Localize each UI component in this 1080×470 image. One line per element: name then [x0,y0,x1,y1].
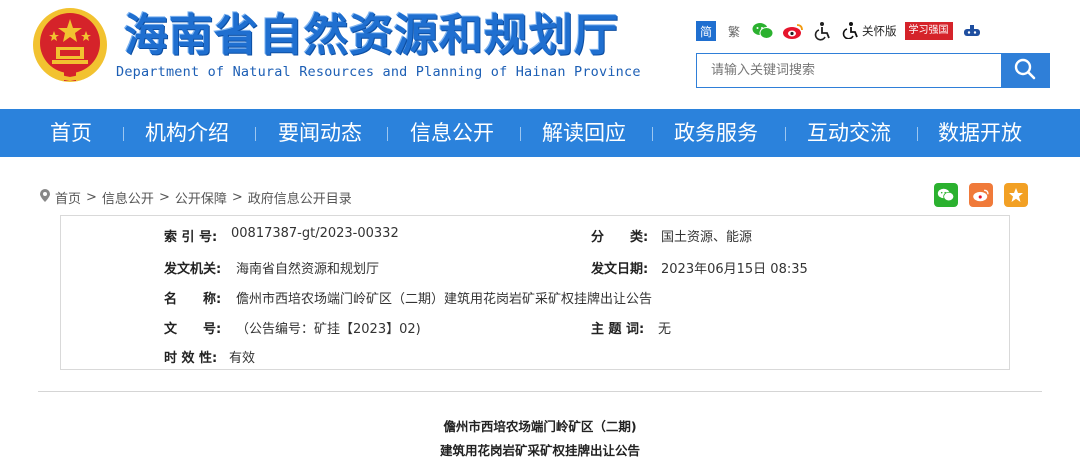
care-mode-icon [842,21,860,42]
nav-interaction[interactable]: 互动交流 [807,109,891,157]
name-value: 儋州市西培农场端门岭矿区（二期）建筑用花岗岩矿采矿权挂牌出让公告 [236,292,653,307]
search-box [696,53,1050,88]
wechat-icon[interactable] [752,21,774,41]
keywords-label: 主 题 词: [591,322,645,337]
content-divider [38,391,1042,392]
traditional-chinese-button[interactable]: 繁 [724,23,744,40]
search-icon [1013,57,1037,85]
breadcrumb-separator: > [158,190,170,205]
simplified-chinese-button[interactable]: 简 [696,21,716,41]
nav-open-data[interactable]: 数据开放 [938,109,1022,157]
site-title: 海南省自然资源和规划厅 [124,10,619,61]
national-emblem-icon [30,5,110,85]
share-favorite-icon[interactable] [1004,183,1028,207]
validity-value: 有效 [229,351,256,366]
nav-divider [785,127,786,141]
breadcrumb-separator: > [86,190,97,205]
index-value: 00817387-gt/2023-00332 [231,226,399,241]
site-subtitle: Department of Natural Resources and Plan… [116,64,641,80]
breadcrumb-catalog[interactable]: 政府信息公开目录 [248,188,352,207]
docno-label: 文 号: [164,322,222,337]
docno-value: （公告编号：矿挂【2023】02) [236,322,421,337]
search-input[interactable] [697,54,1001,87]
keywords-value: 无 [658,322,672,337]
breadcrumb-info-disclosure[interactable]: 信息公开 [102,188,154,207]
weibo-icon[interactable] [782,21,804,41]
care-mode-label: 关怀版 [862,24,897,38]
share-wechat-icon[interactable] [934,183,958,207]
search-button[interactable] [1001,54,1049,87]
share-weibo-icon[interactable] [969,183,993,207]
issuer-label: 发文机关: [164,262,222,277]
nav-news[interactable]: 要闻动态 [278,109,362,157]
location-pin-icon [40,189,50,206]
document-title-line1: 儋州市西培农场端门岭矿区（二期) [443,419,637,434]
validity-label: 时 效 性: [164,351,218,366]
care-mode-button[interactable]: 关怀版 [842,21,897,42]
breadcrumb-home[interactable]: 首页 [55,188,81,207]
app-icon[interactable] [961,21,983,41]
accessibility-icon[interactable] [812,21,834,41]
date-value: 2023年06月15日 08:35 [661,262,808,277]
index-label: 索 引 号: [164,230,218,245]
breadcrumb-guarantee[interactable]: 公开保障 [175,188,227,207]
date-label: 发文日期: [591,262,649,277]
site-header: 海南省自然资源和规划厅 Department of Natural Resour… [0,0,1080,109]
breadcrumb: 首页 > 信息公开 > 公开保障 > 政府信息公开目录 [40,188,352,207]
nav-info-disclosure[interactable]: 信息公开 [410,109,494,157]
xuexi-icon[interactable]: 学习强国 [904,22,953,40]
category-label: 分 类: [591,230,649,245]
nav-divider [387,127,388,141]
nav-divider [255,127,256,141]
category-value: 国土资源、能源 [661,230,753,245]
nav-divider [917,127,918,141]
document-title-line2: 建筑用花岗岩矿采矿权挂牌出让公告 [439,443,640,458]
nav-services[interactable]: 政务服务 [674,109,758,157]
nav-home[interactable]: 首页 [50,109,92,157]
issuer-value: 海南省自然资源和规划厅 [236,262,380,277]
nav-divider [520,127,521,141]
main-nav: 首页 机构介绍 要闻动态 信息公开 解读回应 政务服务 互动交流 数据开放 [0,109,1080,157]
nav-divider [123,127,124,141]
name-label: 名 称: [164,292,222,307]
breadcrumb-separator: > [231,190,243,205]
header-toolbar: 简 繁 关怀版 学习强国 [696,20,983,42]
nav-interpretation[interactable]: 解读回应 [542,109,626,157]
document-metadata: 索 引 号: 00817387-gt/2023-00332 分 类: 国土资源、… [60,215,1010,370]
nav-about[interactable]: 机构介绍 [145,109,229,157]
nav-divider [652,127,653,141]
